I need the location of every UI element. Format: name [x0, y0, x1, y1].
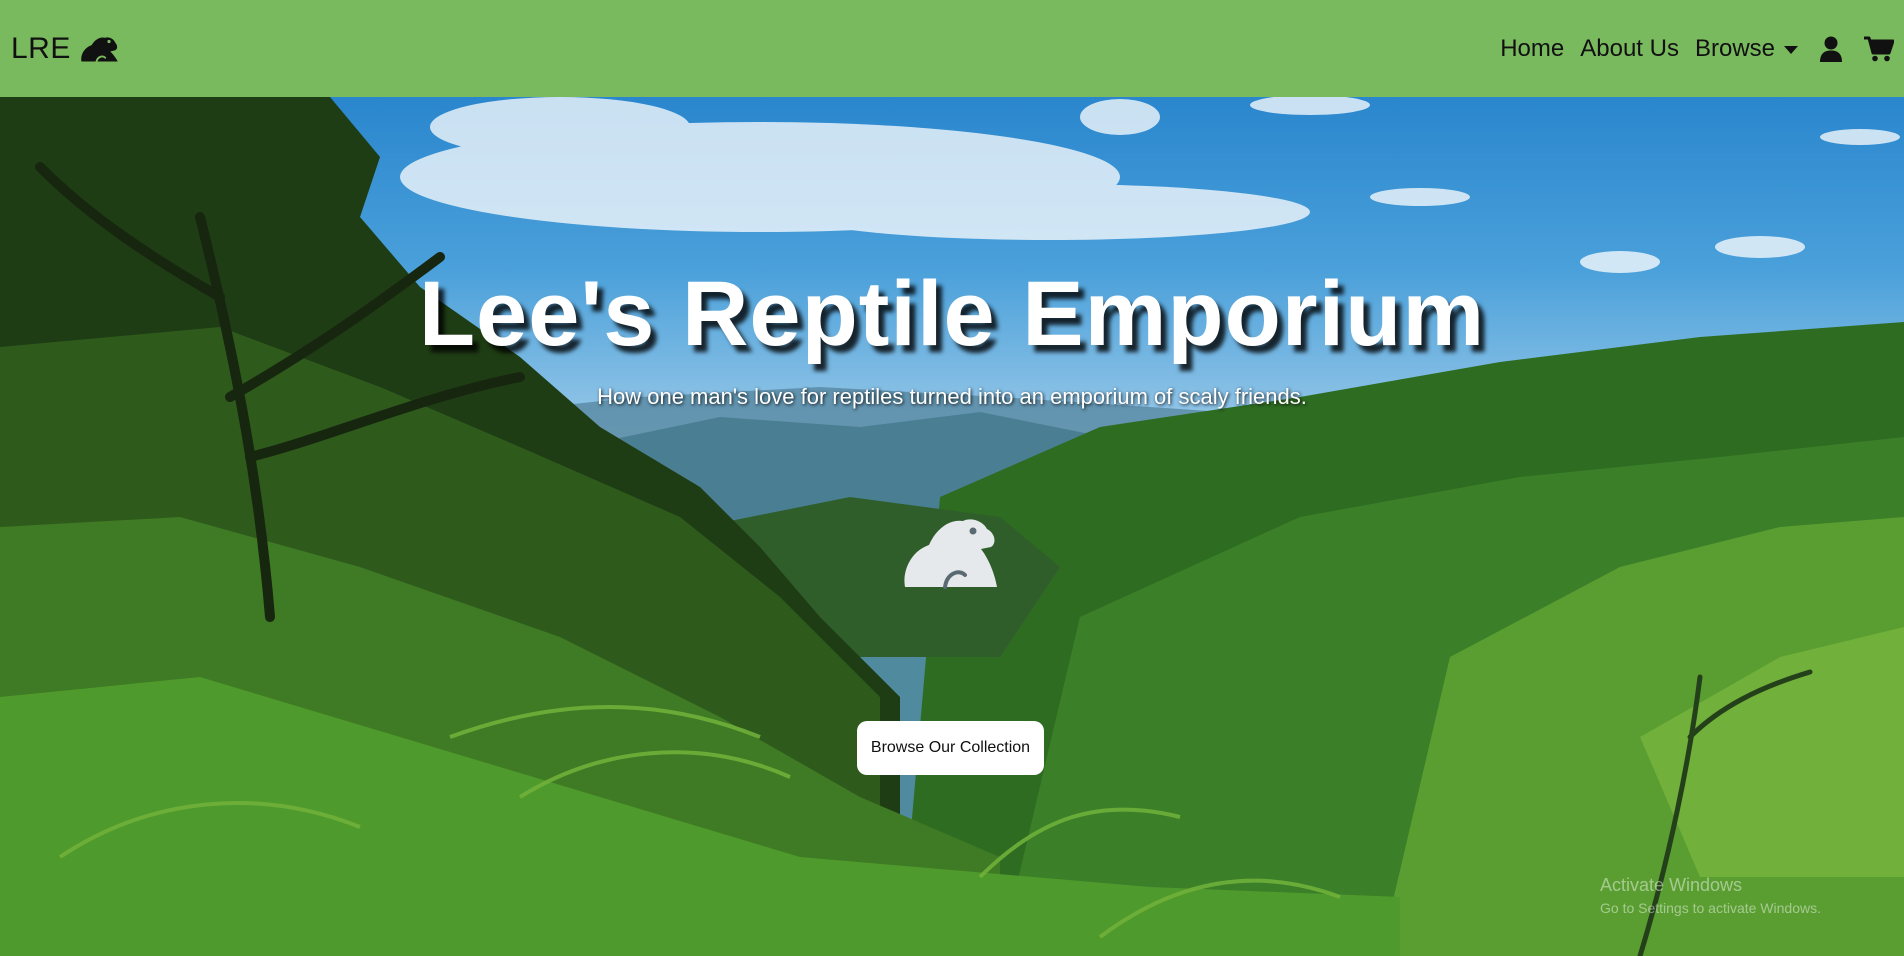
frog-icon	[81, 36, 118, 62]
brand-text: LRE	[11, 31, 71, 65]
activate-windows-watermark: Activate Windows Go to Settings to activ…	[1600, 875, 1821, 916]
navbar: LRE Home About Us Browse	[0, 0, 1904, 97]
watermark-title: Activate Windows	[1600, 875, 1743, 895]
nav-about-link[interactable]: About Us	[1580, 35, 1679, 63]
account-button[interactable]	[1820, 36, 1842, 62]
caret-down-icon	[1784, 45, 1798, 54]
brand-link[interactable]: LRE	[11, 32, 119, 66]
cart-icon	[1864, 36, 1894, 61]
browse-collection-button[interactable]: Browse Our Collection	[857, 721, 1044, 775]
nav-browse-dropdown[interactable]: Browse	[1695, 35, 1798, 63]
hero-banner: Lee's Reptile Emporium How one man's lov…	[0, 97, 1904, 956]
user-icon	[1820, 36, 1842, 62]
watermark-subtitle: Go to Settings to activate Windows.	[1600, 900, 1821, 916]
hero-title: Lee's Reptile Emporium	[418, 263, 1486, 365]
nav-browse-label: Browse	[1694, 34, 1775, 62]
cart-button[interactable]	[1864, 36, 1894, 62]
frog-icon	[904, 519, 997, 589]
hero-subtitle: How one man's love for reptiles turned i…	[597, 384, 1307, 409]
nav-home-link[interactable]: Home	[1500, 35, 1564, 63]
